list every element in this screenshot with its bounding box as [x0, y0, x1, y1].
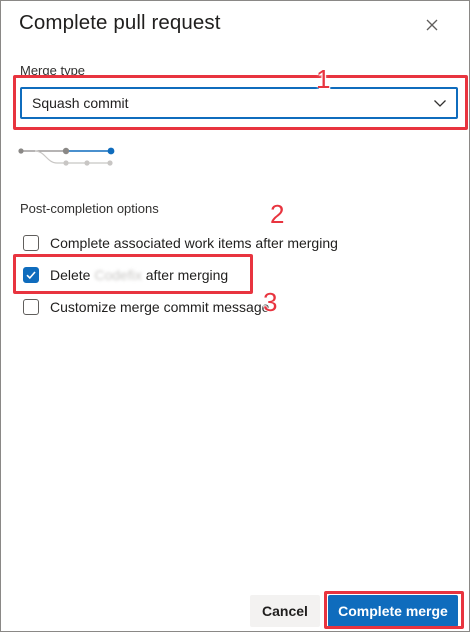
annotation-box-merge-type: [13, 75, 468, 130]
annotation-box-complete-merge: [324, 591, 464, 629]
complete-work-items-checkbox[interactable]: [23, 235, 39, 251]
option-customize-commit-message[interactable]: Customize merge commit message: [23, 299, 269, 315]
option-label: Complete associated work items after mer…: [50, 235, 338, 251]
close-button[interactable]: [421, 14, 443, 36]
complete-pull-request-dialog: Complete pull request Merge type Squash …: [0, 0, 470, 632]
annotation-box-delete-branch: [13, 254, 253, 294]
customize-commit-message-checkbox[interactable]: [23, 299, 39, 315]
close-icon: [426, 19, 438, 31]
annotation-number-2: 2: [270, 199, 285, 229]
option-complete-work-items[interactable]: Complete associated work items after mer…: [23, 235, 338, 251]
squash-merge-diagram-icon: [18, 147, 115, 166]
annotation-number-1: 1: [316, 64, 331, 94]
option-label: Customize merge commit message: [50, 299, 270, 315]
post-completion-options-label: Post-completion options: [20, 201, 159, 216]
annotation-number-3: 3: [263, 287, 278, 317]
cancel-button[interactable]: Cancel: [250, 595, 320, 627]
dialog-title: Complete pull request: [19, 11, 221, 34]
